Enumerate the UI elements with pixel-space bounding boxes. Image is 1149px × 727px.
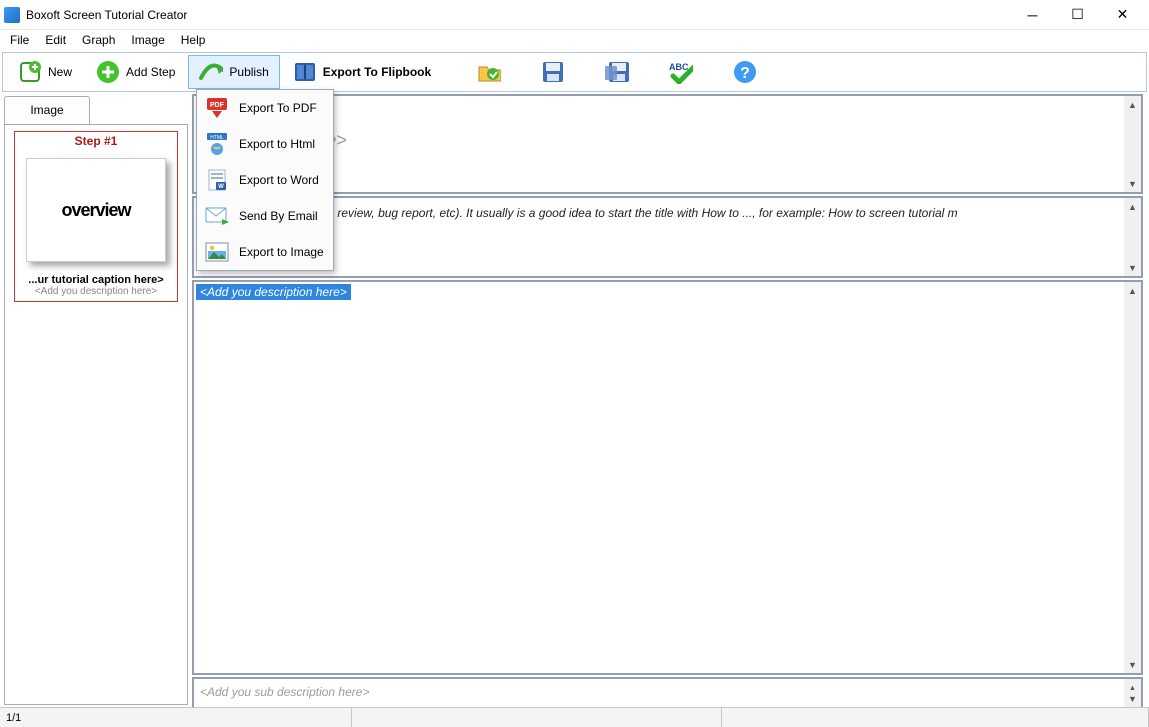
export-html-label: Export to Html bbox=[239, 137, 315, 151]
toolbar: New Add Step Publish Export To Flipbook bbox=[2, 52, 1147, 92]
description-editor[interactable]: <Add you description here> ▲▼ bbox=[192, 280, 1143, 675]
sub-description-placeholder: <Add you sub description here> bbox=[194, 679, 1141, 705]
step-thumbnail-caption: ...ur tutorial caption here> bbox=[15, 266, 177, 286]
publish-icon bbox=[199, 60, 223, 84]
export-flipbook-label: Export To Flipbook bbox=[323, 65, 431, 79]
help-button[interactable]: ? bbox=[724, 55, 766, 89]
new-icon bbox=[18, 60, 42, 84]
hint-text: o your article (instruction, review, bug… bbox=[194, 198, 1141, 228]
save-as-button[interactable] bbox=[596, 55, 638, 89]
pdf-icon: PDF bbox=[205, 97, 229, 119]
add-step-icon bbox=[96, 60, 120, 84]
menu-graph[interactable]: Graph bbox=[74, 31, 123, 49]
export-image-label: Export to Image bbox=[239, 245, 324, 259]
save-button[interactable] bbox=[532, 55, 574, 89]
thumbnail-panel: Step #1 overview ...ur tutorial caption … bbox=[4, 124, 188, 705]
add-step-label: Add Step bbox=[126, 65, 175, 79]
status-page: 1/1 bbox=[0, 708, 352, 727]
export-word-label: Export to Word bbox=[239, 173, 319, 187]
caption-scrollbar[interactable]: ▲▼ bbox=[1124, 96, 1141, 192]
export-word-item[interactable]: W Export to Word bbox=[197, 162, 333, 198]
flipbook-icon bbox=[293, 60, 317, 84]
close-button[interactable]: ✕ bbox=[1100, 1, 1145, 29]
step-thumbnail-image-text: overview bbox=[61, 200, 130, 221]
publish-label: Publish bbox=[229, 65, 268, 79]
publish-button[interactable]: Publish bbox=[188, 55, 279, 89]
step-thumbnail-title: Step #1 bbox=[15, 132, 177, 150]
open-folder-icon bbox=[477, 60, 501, 84]
image-icon bbox=[205, 241, 229, 263]
new-label: New bbox=[48, 65, 72, 79]
caption-placeholder: orial caption here> bbox=[194, 96, 1141, 151]
description-placeholder: <Add you description here> bbox=[196, 284, 351, 300]
new-button[interactable]: New bbox=[7, 55, 83, 89]
send-email-label: Send By Email bbox=[239, 209, 318, 223]
svg-text:W: W bbox=[218, 184, 224, 190]
export-pdf-item[interactable]: PDF Export To PDF bbox=[197, 90, 333, 126]
status-empty-2 bbox=[722, 708, 1149, 727]
step-thumbnail-image: overview bbox=[26, 158, 166, 262]
save-icon bbox=[541, 60, 565, 84]
sidebar: Image Step #1 overview ...ur tutorial ca… bbox=[0, 94, 192, 709]
svg-text:ABC: ABC bbox=[669, 62, 689, 72]
open-folder-button[interactable] bbox=[468, 55, 510, 89]
window-controls: ─ ☐ ✕ bbox=[1010, 1, 1145, 29]
step-thumbnail-desc: <Add you description here> bbox=[15, 286, 177, 301]
word-icon: W bbox=[205, 169, 229, 191]
export-flipbook-button[interactable]: Export To Flipbook bbox=[282, 55, 442, 89]
spellcheck-icon: ABC bbox=[669, 60, 693, 84]
menu-image[interactable]: Image bbox=[123, 31, 172, 49]
html-icon: HTML bbox=[205, 133, 229, 155]
content-area: orial caption here> ▲▼ o your article (i… bbox=[192, 94, 1149, 709]
description-scrollbar[interactable]: ▲▼ bbox=[1124, 282, 1141, 673]
save-as-icon bbox=[605, 60, 629, 84]
export-html-item[interactable]: HTML Export to Html bbox=[197, 126, 333, 162]
sidebar-tab-image[interactable]: Image bbox=[4, 96, 90, 124]
minimize-button[interactable]: ─ bbox=[1010, 1, 1055, 29]
svg-text:HTML: HTML bbox=[210, 135, 224, 141]
title-bar: Boxoft Screen Tutorial Creator ─ ☐ ✕ bbox=[0, 0, 1149, 30]
help-icon: ? bbox=[733, 60, 757, 84]
step-thumbnail[interactable]: Step #1 overview ...ur tutorial caption … bbox=[14, 131, 178, 302]
menu-bar: File Edit Graph Image Help bbox=[0, 30, 1149, 50]
maximize-button[interactable]: ☐ bbox=[1055, 1, 1100, 29]
hint-box[interactable]: o your article (instruction, review, bug… bbox=[192, 196, 1143, 278]
caption-editor[interactable]: orial caption here> ▲▼ bbox=[192, 94, 1143, 194]
sub-scrollbar[interactable]: ▲▼ bbox=[1124, 679, 1141, 707]
menu-file[interactable]: File bbox=[2, 31, 37, 49]
main-area: Image Step #1 overview ...ur tutorial ca… bbox=[0, 94, 1149, 709]
add-step-button[interactable]: Add Step bbox=[85, 55, 186, 89]
menu-edit[interactable]: Edit bbox=[37, 31, 74, 49]
publish-dropdown: PDF Export To PDF HTML Export to Html W … bbox=[196, 89, 334, 271]
status-empty-1 bbox=[352, 708, 722, 727]
export-image-item[interactable]: Export to Image bbox=[197, 234, 333, 270]
email-icon bbox=[205, 205, 229, 227]
menu-help[interactable]: Help bbox=[173, 31, 214, 49]
send-email-item[interactable]: Send By Email bbox=[197, 198, 333, 234]
app-logo-icon bbox=[4, 7, 20, 23]
export-pdf-label: Export To PDF bbox=[239, 101, 317, 115]
window-title: Boxoft Screen Tutorial Creator bbox=[26, 8, 1010, 22]
status-bar: 1/1 bbox=[0, 707, 1149, 727]
hint-scrollbar[interactable]: ▲▼ bbox=[1124, 198, 1141, 276]
svg-text:?: ? bbox=[740, 65, 750, 82]
sub-description-editor[interactable]: <Add you sub description here> ▲▼ bbox=[192, 677, 1143, 709]
spellcheck-button[interactable]: ABC bbox=[660, 55, 702, 89]
svg-text:PDF: PDF bbox=[210, 102, 225, 109]
